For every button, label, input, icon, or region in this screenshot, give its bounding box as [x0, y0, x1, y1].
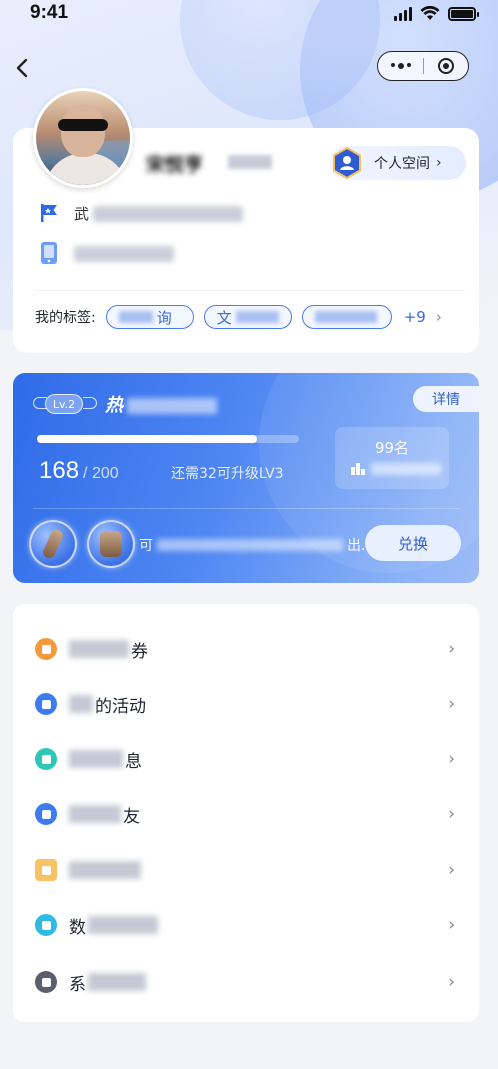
- menu-card: 券 › 的活动 › 息 › 友 › › 数 › 系 ›: [13, 604, 479, 1022]
- tag-pill[interactable]: 询: [105, 305, 194, 329]
- chevron-right-icon: ›: [436, 155, 442, 171]
- chevron-right-icon: ›: [448, 972, 455, 992]
- menu-item-messages[interactable]: 息 ›: [13, 731, 479, 787]
- level-card-divider: [33, 508, 459, 509]
- back-button[interactable]: [10, 54, 34, 82]
- chart-icon: [35, 914, 57, 936]
- avatar[interactable]: [33, 88, 133, 188]
- message-icon: [35, 748, 57, 770]
- level-card: Lv.2 热 详情 168/ 200 还需32可升级LV3 99名 可出... …: [13, 373, 479, 583]
- menu-item-label: 的活动: [69, 692, 146, 717]
- chevron-right-icon[interactable]: ›: [436, 308, 442, 326]
- podium-icon: [351, 463, 365, 475]
- score-current: 168: [39, 457, 80, 484]
- rank-box[interactable]: 99名: [335, 427, 449, 489]
- tags-row: 我的标签: 询 文 +9 ›: [35, 305, 442, 329]
- phone-number: [74, 244, 174, 262]
- profile-divider: [35, 290, 465, 291]
- menu-item-label: 系: [69, 970, 148, 995]
- level-progress-bar: [37, 435, 299, 443]
- exchange-button[interactable]: 兑换: [365, 525, 461, 561]
- chevron-right-icon: ›: [448, 749, 455, 769]
- chevron-right-icon: ›: [448, 694, 455, 714]
- company-name: 武: [74, 203, 244, 224]
- menu-item-label: [69, 861, 143, 879]
- menu-item-label: 友: [69, 802, 140, 827]
- tag-pill[interactable]: 文: [203, 305, 292, 329]
- friend-icon: [35, 803, 57, 825]
- activity-icon: [35, 693, 57, 715]
- company-row: 武: [38, 202, 244, 224]
- menu-item-label: 息: [69, 747, 142, 772]
- coupon-icon: [35, 638, 57, 660]
- flag-icon: [38, 202, 60, 224]
- level-title: 热: [105, 391, 217, 417]
- personal-space-icon: [332, 147, 362, 179]
- level-badge: Lv.2: [33, 391, 97, 419]
- medal-icon[interactable]: [29, 520, 77, 568]
- status-time: 9:41: [30, 2, 69, 23]
- battery-icon: [448, 6, 479, 21]
- upgrade-hint: 还需32可升级LV3: [171, 466, 284, 482]
- menu-item-coupons[interactable]: 券 ›: [13, 621, 479, 677]
- menu-item-data-analysis[interactable]: 数 ›: [13, 897, 479, 953]
- menu-item-activities[interactable]: 的活动 ›: [13, 676, 479, 732]
- personal-space-button[interactable]: 个人空间 ›: [330, 146, 466, 180]
- folder-icon: [35, 859, 57, 881]
- level-progress-fill: [37, 435, 258, 443]
- user-name-suffix: [228, 155, 272, 169]
- menu-item-friends[interactable]: 友 ›: [13, 786, 479, 842]
- user-name: 宋悦亨: [146, 154, 204, 176]
- tags-title: 我的标签:: [35, 310, 96, 326]
- menu-item-folder[interactable]: ›: [13, 842, 479, 898]
- detail-button[interactable]: 详情: [413, 386, 479, 412]
- record-circle-icon[interactable]: [424, 58, 468, 74]
- tag-pill[interactable]: [301, 305, 392, 329]
- level-score: 168/ 200: [39, 457, 119, 485]
- phone-icon: [38, 240, 60, 266]
- status-bar: 9:41: [0, 0, 498, 30]
- status-icons: [394, 6, 479, 21]
- chevron-left-icon: [16, 58, 28, 78]
- exchange-hint: 可出...: [139, 538, 375, 554]
- settings-icon: [35, 971, 57, 993]
- menu-item-label: 数: [69, 913, 160, 938]
- menu-item-label: 券: [69, 637, 148, 662]
- personal-space-label: 个人空间: [374, 156, 430, 172]
- score-total: / 200: [83, 465, 119, 482]
- tags-more[interactable]: +9: [404, 308, 426, 326]
- medal-icon[interactable]: [87, 520, 135, 568]
- chevron-right-icon: ›: [448, 639, 455, 659]
- phone-row: [38, 240, 174, 266]
- rank-subtitle: [351, 463, 441, 475]
- rank-value: 99名: [374, 439, 410, 457]
- more-dots-icon[interactable]: [378, 63, 423, 69]
- menu-item-settings[interactable]: 系 ›: [13, 954, 479, 1010]
- chevron-right-icon: ›: [448, 860, 455, 880]
- mini-program-capsule: [377, 51, 469, 81]
- chevron-right-icon: ›: [448, 915, 455, 935]
- wifi-icon: [420, 6, 440, 20]
- chevron-right-icon: ›: [448, 804, 455, 824]
- signal-icon: [394, 6, 412, 21]
